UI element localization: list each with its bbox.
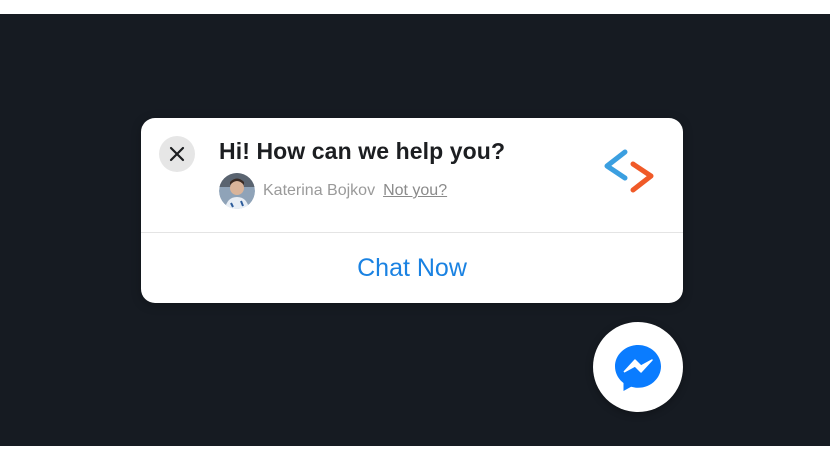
avatar: [219, 173, 255, 209]
chat-now-button[interactable]: Chat Now: [141, 233, 683, 303]
user-row: Katerina Bojkov Not you?: [219, 173, 447, 209]
not-you-link[interactable]: Not you?: [383, 182, 447, 200]
messenger-icon: [615, 345, 661, 391]
close-icon: [169, 146, 185, 162]
code-brackets-logo: [601, 148, 657, 196]
chat-popup: Hi! How can we help you? Katerina Bojkov…: [141, 118, 683, 303]
user-name: Katerina Bojkov: [263, 182, 376, 199]
messenger-button[interactable]: [593, 322, 683, 412]
popup-title: Hi! How can we help you?: [219, 138, 506, 164]
close-button[interactable]: [159, 136, 195, 172]
